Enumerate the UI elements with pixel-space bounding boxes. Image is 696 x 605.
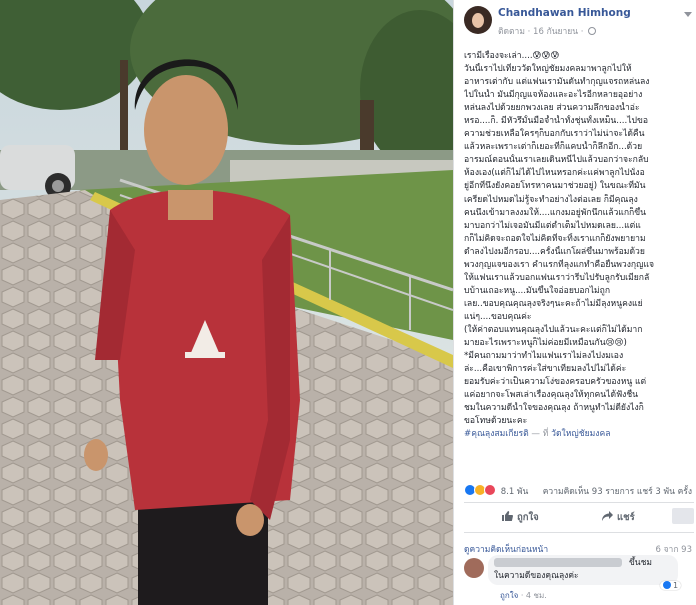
share-arrow-icon [602,511,613,521]
post-text-line: ยู่อีกที่นึงยังคอยโทรหาคนมาช่วยอยู่) ในข… [464,181,646,192]
post-meta: ติดตาม · 16 กันยายน · [498,24,597,38]
post-text-line: แล้วหละเพราะเต่าก็เยอะที่ก็แคบน้ำก็ลึกอี… [464,142,643,153]
post-text-line: มาบอกว่าไม่เจอมันมีแต่ต่ำเต็มไปหมดเลย...… [464,220,641,231]
follow-link[interactable]: ติดตาม [498,27,525,37]
post-panel: Chandhawan Himhong ติดตาม · 16 กันยายน ·… [453,0,696,605]
comment-count[interactable]: ความคิดเห็น 93 รายการ [543,487,634,497]
post-text-line: ความช่วยเหลือใครๆก็บอกกับเราว่าไม่น่าจะไ… [464,129,645,140]
thumbs-up-icon [502,511,513,521]
meta-separator: · [527,27,531,37]
hashtag-link[interactable]: #คุณลุงสมเกียรติ [464,429,529,439]
like-label: ถูกใจ [517,512,539,523]
reaction-count[interactable]: 8.1 พัน [501,487,529,497]
post-photo[interactable] [0,0,453,605]
post-text-line: แน่ๆ....ขอบคุณค่ะ [464,311,532,322]
author-name[interactable]: Chandhawan Himhong [498,7,631,19]
post-text-line: คนนึงเข้ามาลงงมให้....แกงมอยู่พักนึกแล้ว… [464,207,647,218]
photo-man-red-shirt [0,0,453,605]
comment-time[interactable]: 4 ชม. [526,591,547,600]
post-text-line: ขอโทษด้วยนะคะ [464,416,528,427]
divider [464,532,694,533]
post-text-line: มายอะไรเพราะหนูก็ไม่ค่อยมีเหมือนกัน😢😢) [464,338,627,349]
post-text-line: ให้แฟนเราแล้วบอกแฟนเราว่ารีบไปรับลูกรับเ… [464,272,650,283]
post-text-line: ไปในน้ำ มันมีกุญแจห้องและอะไรอีกหลายอุอย… [464,90,643,101]
post-text-line: เรามีเรื่องจะเล่า....😰😰😰 [464,51,560,61]
meta-separator: · [580,27,584,37]
post-text-line: ชมในความดีน้ำใจของคุณลุง ถ้าหนูทำไม่ดียั… [464,403,644,414]
post-text-line: ล่ะ...คือเขาพิการค่ะใส่ขาเทียมลงไปไม่ได้… [464,364,627,375]
globe-icon [588,27,597,35]
post-text-line: ยอมรับค่ะว่าเป็นความโง่ของครอบครัวของหนู… [464,377,647,388]
heart-reaction-icon [484,484,496,496]
post-text-line: วันนี้เราไปเที่ยววัดใหญ่ชัยมงคลมาพาลูกไป… [464,64,632,75]
post-text-line: (ให้ค่าตอบแทนคุณลุงไปแล้วนะคะแต่ก็ไม่ได้… [464,324,643,335]
post-text-line: อาหารเต่ากับ แต่แฟนเรามันดันทำกุญแจรถหล่… [464,77,650,88]
like-button[interactable]: ถูกใจ [502,510,539,525]
post-options-chevron-icon[interactable] [684,12,692,17]
share-count[interactable]: แชร์ 3 พัน ครั้ง [637,487,692,497]
comment-meta: ถูกใจ · 4 ชม. [500,591,547,600]
comment-like-link[interactable]: ถูกใจ [500,591,518,600]
comment-share-counts[interactable]: ความคิดเห็น 93 รายการ แชร์ 3 พัน ครั้ง [543,484,692,498]
comment-text: ขึ้นชม ในความดีของคุณลุงค่ะ [494,557,674,583]
post-stats: 8.1 พัน ความคิดเห็น 93 รายการ แชร์ 3 พัน… [464,484,694,500]
post-text-line: กก็ไม่คิดจะถอดใจไม่คิดที่จะทิ้งเราแกก็ยั… [464,233,646,244]
post-text: เรามีเรื่องจะเล่า....😰😰😰 วันนี้เราไปเที่ย… [464,50,694,428]
post-text-line: เครียดไปหมดไม่รู้จะทำอย่างไงต่อเลย ก็มีค… [464,194,638,205]
comments-header: ดูความคิดเห็นก่อนหน้า 6 จาก 93 [464,542,694,556]
comment-like-badge[interactable]: 1 [660,581,682,590]
post-header: Chandhawan Himhong ติดตาม · 16 กันยายน · [464,6,694,40]
commenter-avatar[interactable] [464,558,484,578]
location-prefix: — ที่ [531,429,549,440]
post-text-line: แค่อยากจะโพสเล่าเรื่องคุณลุงให้ทุกคนได้ฟ… [464,390,639,401]
comment-text-line1: ขึ้นชม [629,558,652,568]
post-body: เรามีเรื่องจะเล่า....😰😰😰 วันนี้เราไปเที่ย… [464,50,694,441]
comment-text-line2: ในความดีของคุณลุงค่ะ [494,571,579,581]
post-text-line: เลย..ขอบคุณคุณลุงจริงๆนะคะถ้าไม่มีลุงหนู… [464,298,643,309]
view-previous-comments-link[interactable]: ดูความคิดเห็นก่อนหน้า [464,545,548,555]
more-options-button[interactable] [672,508,694,524]
comments-count: 6 จาก 93 [655,545,692,555]
comment-bubble: ขึ้นชม ในความดีของคุณลุงค่ะ [488,555,678,585]
post-date[interactable]: 16 กันยายน [533,27,578,37]
comment-like-count: 1 [673,581,679,590]
post-text-line: หรอ....ก็. มีหัวรึมั้นมือจ้ำน้ำทั้งชุ่นท… [464,116,649,127]
divider [464,502,694,503]
author-avatar[interactable] [464,6,492,34]
post-text-line: พวงกุญแจของเรา คำแรกที่ลุงแกทำคือยื่นพวง… [464,259,655,270]
post-actions: ถูกใจ แชร์ [464,508,694,528]
post-text-line: บบ้านเถอะหนู....มันขึ้นใจอ่อยบอกไม่ถูก [464,285,611,296]
post-text-line: *มีคนถามมาว่าทำไมแฟนเราไม่ลงไปงมเอง [464,351,624,362]
like-reaction-icon [663,581,671,589]
comment-item: ขึ้นชม ในความดีของคุณลุงค่ะ 1 ถูกใจ · 4 … [464,555,694,603]
post-text-line: หล่นลงไปด้วยยกพวงเลย ส่วนความลึกของน้ำอ่… [464,103,640,114]
post-text-line: ดำลงไปงมอีกรอบ....ครั้งนี้แกโผล่ขึ้นมาพร… [464,246,645,257]
post-text-line: อารมณ์ตอนนั้นเราเลยเดินหนีไปแล้วบอกว่าจะ… [464,155,649,166]
share-label: แชร์ [617,512,635,523]
post-tags: #คุณลุงสมเกียรติ — ที่ วัดใหญ่ชัยมงคล [464,428,694,441]
post-text-line: ห้องเอง(แต่ก็ไม่ได้ไปไหนหรอกค่ะแค่พาลูกไ… [464,168,645,179]
location-link[interactable]: วัดใหญ่ชัยมงคล [551,429,610,439]
share-button[interactable]: แชร์ [602,510,635,525]
